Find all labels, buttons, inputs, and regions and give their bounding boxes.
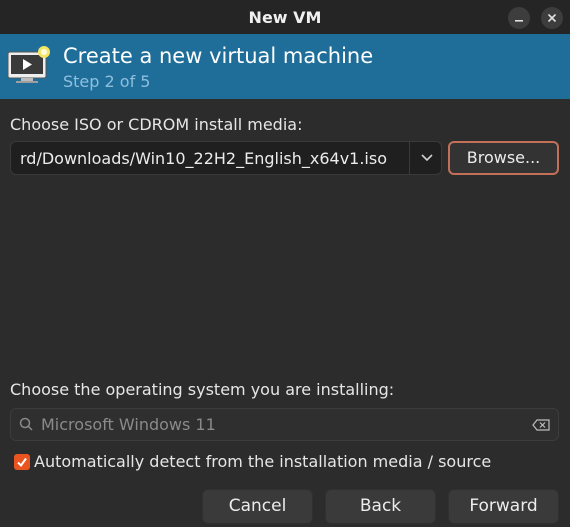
close-icon bbox=[547, 13, 557, 23]
auto-detect-label[interactable]: Automatically detect from the installati… bbox=[34, 452, 491, 471]
auto-detect-checkbox[interactable] bbox=[14, 454, 30, 470]
vm-monitor-icon bbox=[7, 46, 50, 83]
browse-button[interactable]: Browse... bbox=[448, 141, 559, 175]
checkmark-icon bbox=[17, 457, 27, 468]
iso-path-input[interactable]: rd/Downloads/Win10_22H2_English_x64v1.is… bbox=[20, 149, 410, 168]
install-media-label: Choose ISO or CDROM install media: bbox=[10, 115, 303, 134]
combo-separator bbox=[409, 142, 410, 174]
clear-text-icon[interactable] bbox=[532, 419, 550, 431]
wizard-header: Create a new virtual machine Step 2 of 5 bbox=[0, 34, 570, 99]
os-label: Choose the operating system you are inst… bbox=[10, 380, 395, 399]
window-title: New VM bbox=[248, 7, 322, 27]
wizard-step: Step 2 of 5 bbox=[63, 72, 151, 91]
forward-button[interactable]: Forward bbox=[448, 489, 559, 524]
title-bar: New VM bbox=[0, 0, 570, 34]
chevron-down-icon[interactable] bbox=[420, 152, 434, 164]
os-search-field[interactable]: Microsoft Windows 11 bbox=[10, 408, 559, 441]
os-search-input[interactable]: Microsoft Windows 11 bbox=[41, 415, 216, 434]
minimize-button[interactable] bbox=[508, 7, 530, 29]
wizard-title: Create a new virtual machine bbox=[63, 44, 374, 68]
search-icon bbox=[19, 417, 33, 431]
minimize-icon bbox=[515, 20, 523, 22]
cancel-button[interactable]: Cancel bbox=[202, 489, 313, 524]
back-button[interactable]: Back bbox=[325, 489, 436, 524]
iso-path-combo[interactable]: rd/Downloads/Win10_22H2_English_x64v1.is… bbox=[10, 141, 442, 175]
close-button[interactable] bbox=[541, 7, 563, 29]
